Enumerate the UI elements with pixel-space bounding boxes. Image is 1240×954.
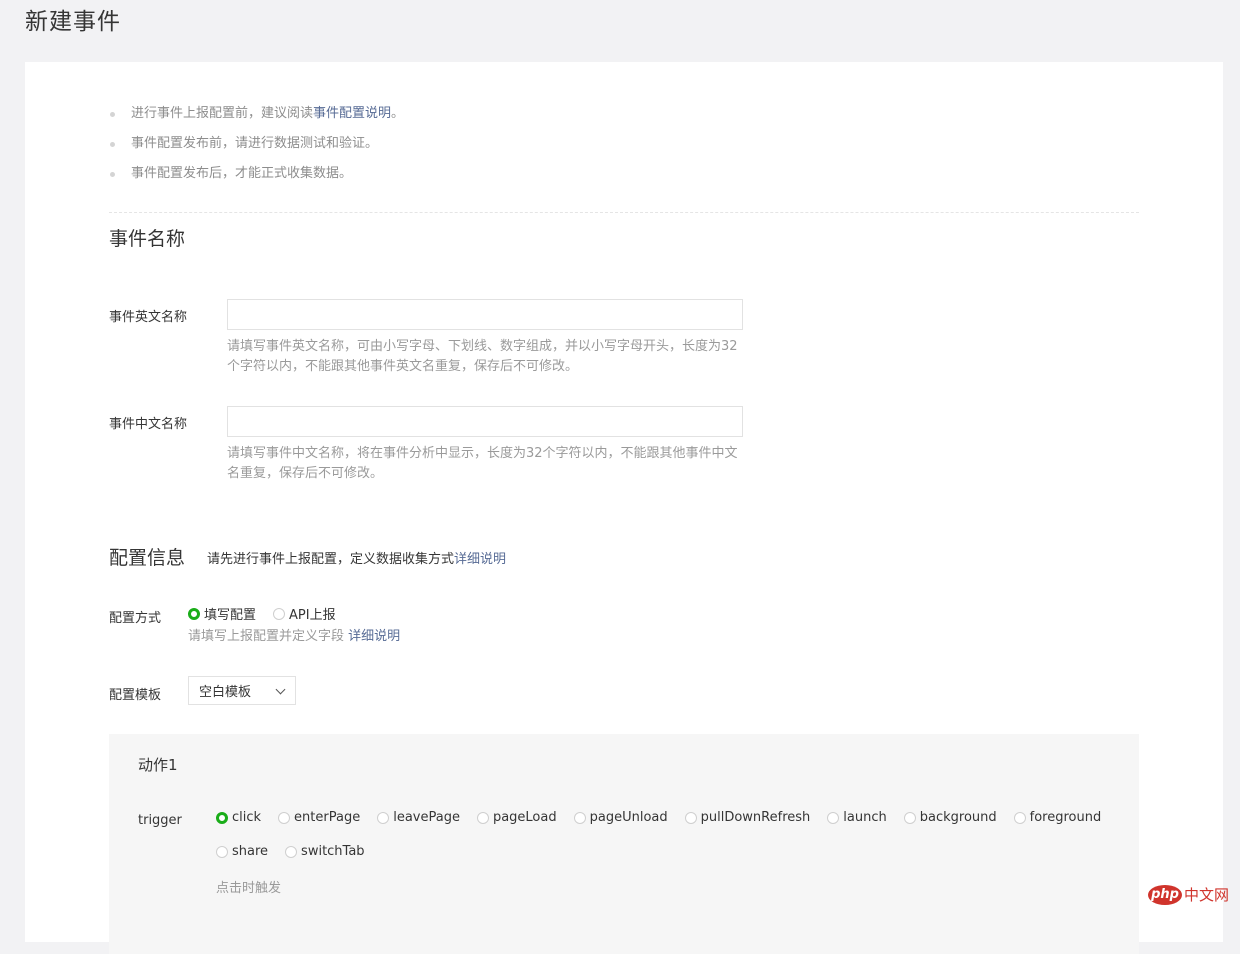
chinese-name-input[interactable] xyxy=(227,406,743,437)
trigger-option[interactable]: foreground xyxy=(1013,810,1101,825)
trigger-option[interactable]: switchTab xyxy=(285,844,365,859)
config-section-title: 配置信息 xyxy=(109,547,186,569)
trigger-options-row-2: share switchTab xyxy=(216,844,382,859)
radio-unchecked-icon xyxy=(1013,811,1026,824)
trigger-option[interactable]: leavePage xyxy=(377,810,460,825)
method-detail-link[interactable]: 详细说明 xyxy=(348,629,400,644)
note-item: 进行事件上报配置前，建议阅读事件配置说明。 xyxy=(109,102,404,132)
action-title: 动作1 xyxy=(138,756,178,774)
trigger-hint: 点击时触发 xyxy=(216,881,282,896)
config-method-group: 填写配置 API上报 xyxy=(188,604,336,623)
radio-unchecked-icon xyxy=(285,845,298,858)
radio-unchecked-icon xyxy=(684,811,697,824)
radio-unchecked-icon xyxy=(377,811,390,824)
english-name-input[interactable] xyxy=(227,299,743,330)
action-panel: 动作1 trigger click enterPage leavePage pa… xyxy=(109,734,1139,954)
notes-list: 进行事件上报配置前，建议阅读事件配置说明。 事件配置发布前，请进行数据测试和验证… xyxy=(109,102,404,192)
trigger-options-row-1: click enterPage leavePage pageLoad pageU… xyxy=(216,810,1118,825)
config-template-label: 配置模板 xyxy=(109,688,162,703)
site-watermark: php 中文网 xyxy=(1148,884,1229,905)
trigger-option[interactable]: pullDownRefresh xyxy=(684,810,810,825)
trigger-option[interactable]: pageLoad xyxy=(476,810,557,825)
trigger-option[interactable]: background xyxy=(903,810,997,825)
config-method-label: 配置方式 xyxy=(109,611,162,626)
radio-unchecked-icon xyxy=(903,811,916,824)
watermark-text: 中文网 xyxy=(1184,886,1230,904)
trigger-label: trigger xyxy=(138,813,182,828)
radio-unchecked-icon xyxy=(573,811,586,824)
radio-unchecked-icon xyxy=(278,811,291,824)
config-method-option[interactable]: API上报 xyxy=(273,604,336,623)
chinese-name-hint: 请填写事件中文名称，将在事件分析中显示，长度为32个字符以内，不能跟其他事件中文… xyxy=(227,446,738,481)
note-item: 事件配置发布后，才能正式收集数据。 xyxy=(109,162,404,192)
form-card: 进行事件上报配置前，建议阅读事件配置说明。 事件配置发布前，请进行数据测试和验证… xyxy=(25,62,1223,954)
event-config-doc-link[interactable]: 事件配置说明 xyxy=(313,106,391,121)
config-detail-link[interactable]: 详细说明 xyxy=(454,552,506,567)
chevron-down-icon xyxy=(275,684,286,695)
divider xyxy=(109,212,1139,213)
radio-checked-icon xyxy=(216,811,228,824)
radio-unchecked-icon xyxy=(216,845,228,858)
trigger-option[interactable]: pageUnload xyxy=(573,810,668,825)
page-title: 新建事件 xyxy=(25,9,121,35)
trigger-option[interactable]: enterPage xyxy=(278,810,360,825)
chinese-name-label: 事件中文名称 xyxy=(109,417,188,432)
trigger-option[interactable]: share xyxy=(216,844,268,859)
radio-unchecked-icon xyxy=(273,607,286,620)
config-template-select[interactable]: 空白模板 xyxy=(188,676,296,705)
trigger-option[interactable]: click xyxy=(216,810,261,825)
watermark-logo: php xyxy=(1148,884,1182,905)
radio-unchecked-icon xyxy=(476,811,489,824)
trigger-option[interactable]: launch xyxy=(827,810,887,825)
event-name-section-title: 事件名称 xyxy=(109,228,186,250)
config-section-desc: 请先进行事件上报配置，定义数据收集方式详细说明 xyxy=(207,552,507,567)
config-method-option[interactable]: 填写配置 xyxy=(188,604,256,623)
note-item: 事件配置发布前，请进行数据测试和验证。 xyxy=(109,132,404,162)
config-method-hint: 请填写上报配置并定义字段 详细说明 xyxy=(188,629,401,644)
english-name-hint: 请填写事件英文名称，可由小写字母、下划线、数字组成，并以小写字母开头，长度为32… xyxy=(227,339,738,374)
english-name-label: 事件英文名称 xyxy=(109,310,188,325)
radio-checked-icon xyxy=(188,607,200,620)
radio-unchecked-icon xyxy=(827,811,840,824)
